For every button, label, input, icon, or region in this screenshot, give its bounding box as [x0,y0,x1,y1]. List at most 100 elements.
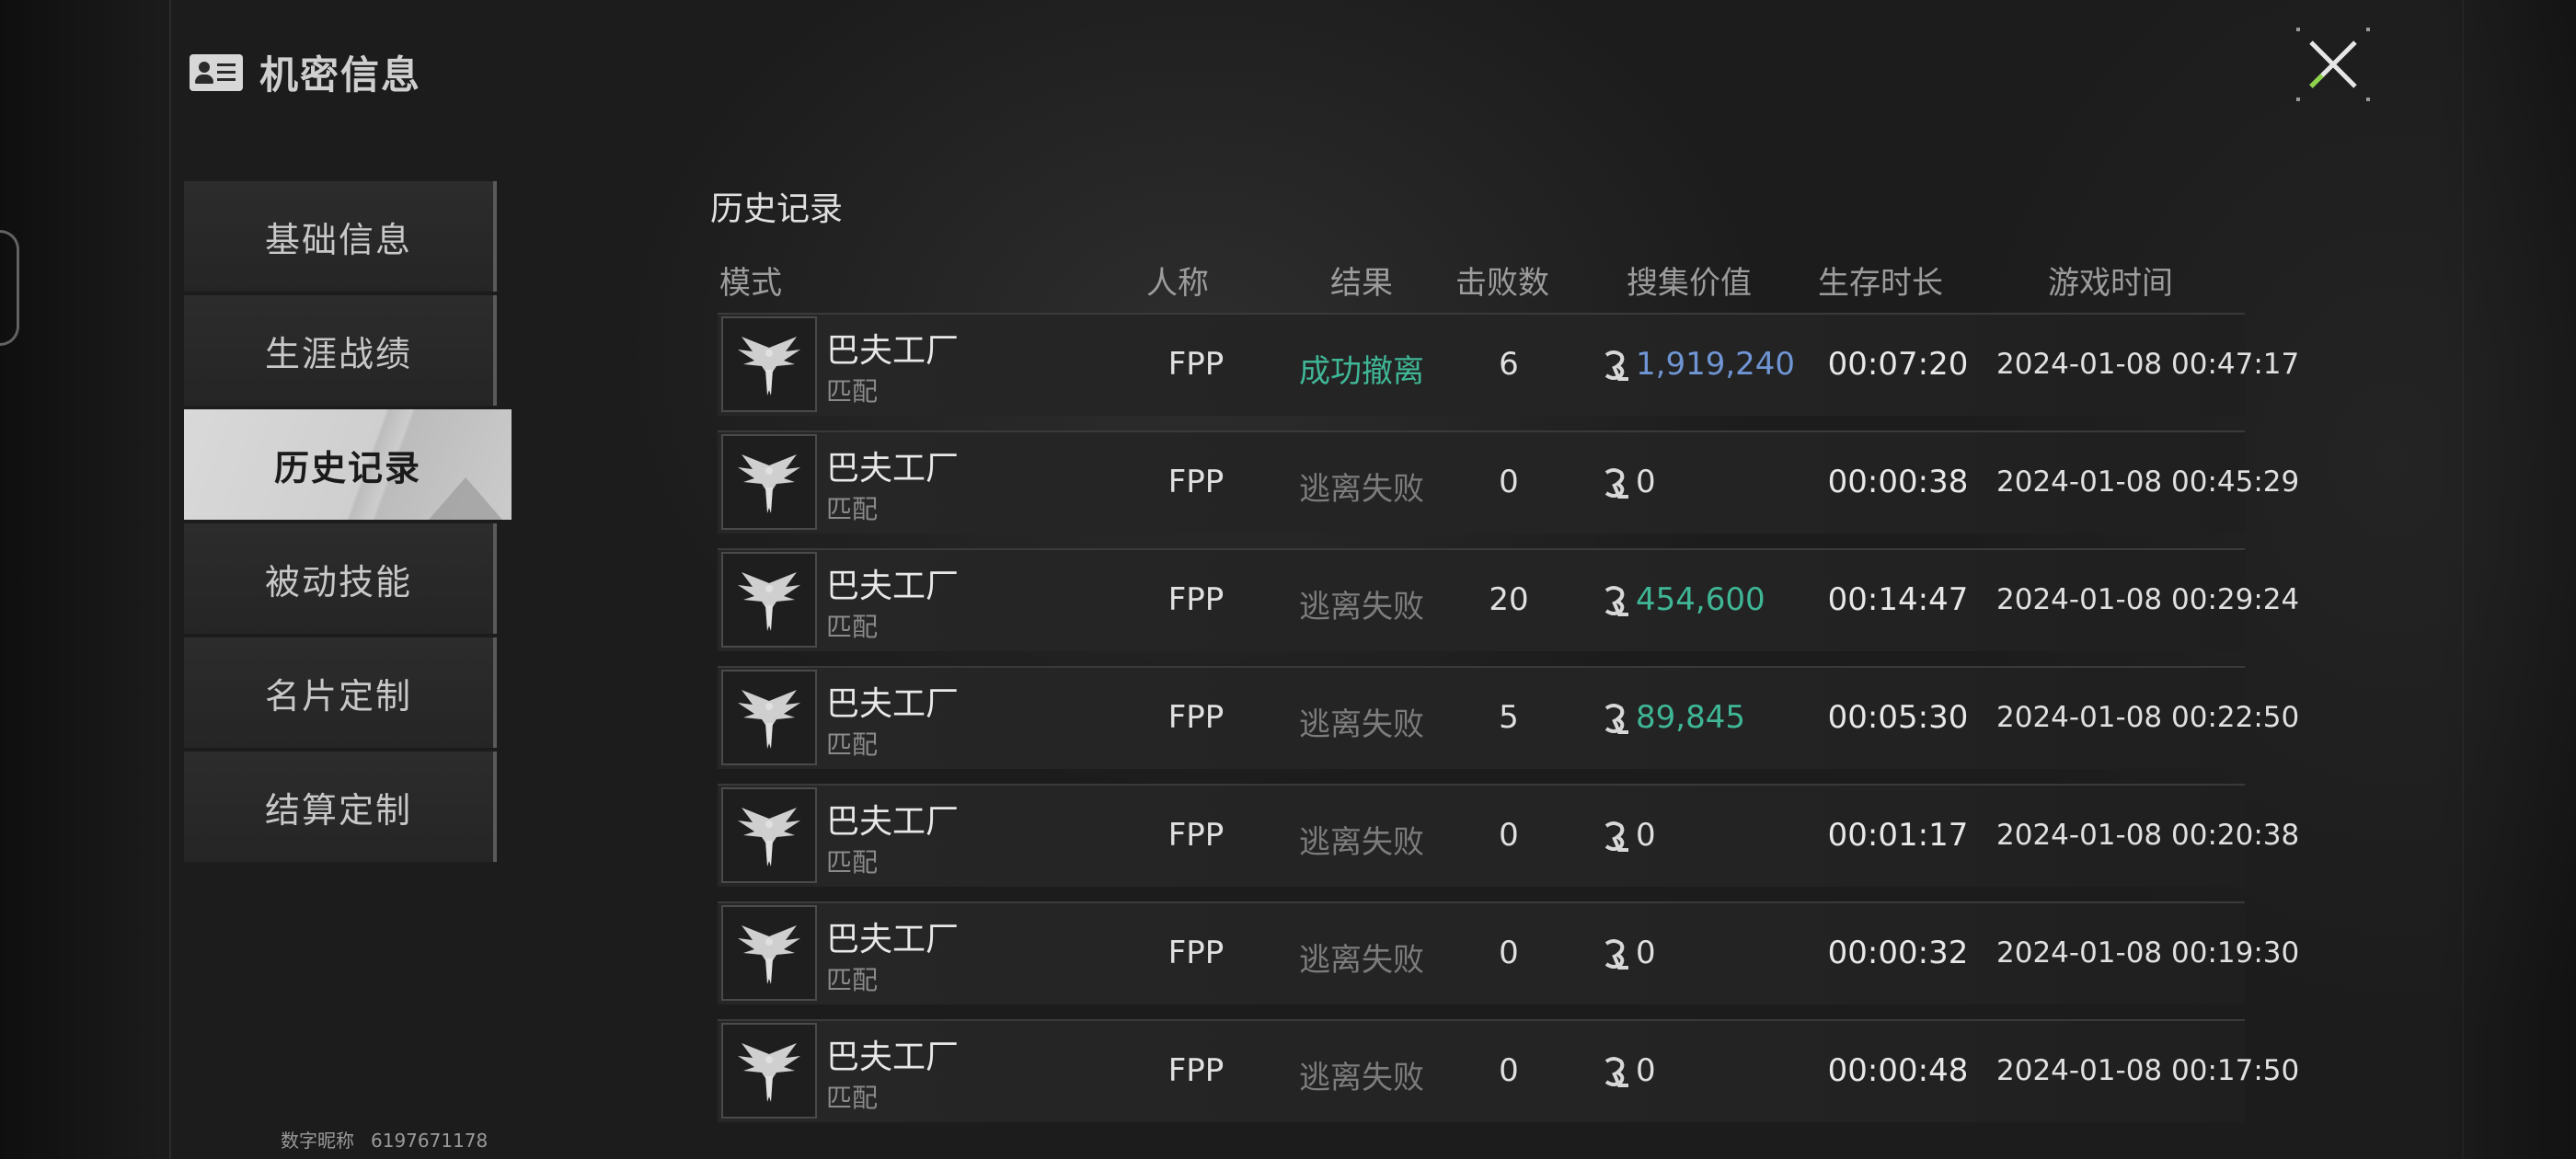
winged-emblem-icon [738,337,800,396]
map-name: 巴夫工厂 [826,568,960,605]
winged-emblem-icon [738,454,800,513]
collected-value: 0 [1636,935,1656,971]
col-header-survival: 生存时长 [1818,265,1943,302]
map-name: 巴夫工厂 [826,450,960,488]
sidebar-item-career-stats[interactable]: 生涯战绩 [184,295,497,406]
nickname-label: 数字昵称 [281,1130,354,1152]
kills: 0 [1499,464,1519,500]
map-name: 巴夫工厂 [826,803,960,841]
survival-time: 00:07:20 [1827,346,1969,383]
table-header: 模式 人称 结果 击败数 搜集价值 生存时长 游戏时间 [719,258,2247,302]
map-thumbnail [721,434,817,530]
section-title: 历史记录 [710,190,844,228]
coin-value-icon [1604,350,1628,381]
result: 逃离失败 [1299,471,1424,508]
perspective: FPP [1167,346,1225,383]
winged-emblem-icon [738,925,800,984]
kills: 0 [1499,817,1519,854]
close-x-icon [2309,40,2357,88]
survival-time: 00:14:47 [1827,581,1969,618]
kills: 5 [1499,699,1519,736]
result: 逃离失败 [1299,824,1424,861]
survival-time: 00:00:48 [1827,1052,1969,1089]
active-indicator [429,477,502,520]
kills: 0 [1499,935,1519,971]
kills: 6 [1499,346,1519,383]
collected-value: 0 [1636,817,1656,854]
nickname-value: 6197671178 [371,1130,489,1152]
sidebar-item-passive-skills[interactable]: 被动技能 [184,523,497,634]
winged-emblem-icon [738,572,800,631]
survival-time: 00:01:17 [1827,817,1969,854]
map-thumbnail [721,670,817,765]
coin-value-icon [1604,468,1628,499]
table-row[interactable]: 巴夫工厂 匹配 FPP 逃离失败 0 0 00:01:17 2024-01-08… [718,784,2299,887]
map-thumbnail [721,905,817,1001]
result: 逃离失败 [1299,1060,1424,1096]
sidebar-item-basic-info[interactable]: 基础信息 [184,181,497,292]
digital-nickname: 数字昵称 6197671178 [281,1126,504,1153]
perspective: FPP [1167,464,1225,500]
survival-time: 00:05:30 [1827,699,1969,736]
winged-emblem-icon [738,690,800,749]
match-mode: 匹配 [826,376,879,407]
match-mode: 匹配 [826,965,879,995]
match-mode: 匹配 [826,494,879,524]
sidebar-nav: 基础信息 生涯战绩 历史记录 被动技能 名片定制 结算定制 [184,181,512,866]
game-time: 2024-01-08 00:29:24 [1996,583,2300,616]
table-row[interactable]: 巴夫工厂 匹配 FPP 逃离失败 0 0 00:00:38 2024-01-08… [718,430,2299,534]
table-row[interactable]: 巴夫工厂 匹配 FPP 逃离失败 0 0 00:00:48 2024-01-08… [718,1019,2299,1122]
collected-value: 0 [1636,1052,1656,1089]
collected-value: 1,919,240 [1636,346,1796,383]
sidebar-item-label: 历史记录 [273,447,421,488]
coin-value-icon [1604,821,1628,852]
perspective: FPP [1167,581,1225,618]
game-time: 2024-01-08 00:45:29 [1996,465,2300,499]
col-header-kills: 击败数 [1455,265,1549,302]
game-time: 2024-01-08 00:47:17 [1996,348,2300,381]
history-list: 巴夫工厂 匹配 FPP 成功撤离 6 1,919,240 00:07:20 20… [718,313,2299,1137]
match-mode: 匹配 [826,1083,879,1113]
map-name: 巴夫工厂 [826,921,960,958]
sidebar-item-card-custom[interactable]: 名片定制 [184,637,497,748]
page-title: 机密信息 [259,52,422,98]
table-row[interactable]: 巴夫工厂 匹配 FPP 逃离失败 5 89,845 00:05:30 2024-… [718,666,2299,769]
map-name: 巴夫工厂 [826,1039,960,1076]
perspective: FPP [1167,699,1225,736]
collected-value: 89,845 [1636,699,1745,736]
divider-line-right [2462,0,2464,1159]
map-thumbnail [721,552,817,648]
coin-value-icon [1604,1057,1628,1087]
game-time: 2024-01-08 00:20:38 [1996,819,2300,852]
table-row[interactable]: 巴夫工厂 匹配 FPP 逃离失败 0 0 00:00:32 2024-01-08… [718,901,2299,1004]
col-header-value: 搜集价值 [1627,265,1752,302]
perspective: FPP [1167,935,1225,971]
winged-emblem-icon [738,808,800,866]
coin-value-icon [1604,939,1628,970]
table-row[interactable]: 巴夫工厂 匹配 FPP 成功撤离 6 1,919,240 00:07:20 20… [718,313,2299,416]
map-thumbnail [721,316,817,412]
id-card-icon [190,53,243,91]
map-thumbnail [721,787,817,883]
screen: 机密信息 基础信息 生涯战绩 历史记录 被动技能 名片定制 结算定制 数字昵称 … [0,0,2576,1159]
collected-value: 0 [1636,464,1656,500]
table-row[interactable]: 巴夫工厂 匹配 FPP 逃离失败 20 454,600 00:14:47 202… [718,548,2299,651]
match-mode: 匹配 [826,847,879,878]
close-button[interactable] [2296,28,2370,101]
divider-line [169,0,171,1159]
header: 机密信息 [190,44,421,100]
result: 成功撤离 [1299,353,1424,390]
match-mode: 匹配 [826,729,879,760]
perspective: FPP [1167,1052,1225,1089]
col-header-result: 结果 [1330,265,1393,302]
sidebar-item-settlement-custom[interactable]: 结算定制 [184,752,497,862]
sidebar-item-label: 被动技能 [264,561,412,602]
sidebar-item-label: 生涯战绩 [264,333,412,374]
map-name: 巴夫工厂 [826,332,960,370]
game-time: 2024-01-08 00:17:50 [1996,1054,2300,1087]
result: 逃离失败 [1299,942,1424,979]
game-time: 2024-01-08 00:22:50 [1996,701,2300,734]
match-mode: 匹配 [826,612,879,642]
map-name: 巴夫工厂 [826,685,960,723]
sidebar-item-history[interactable]: 历史记录 [184,409,512,520]
